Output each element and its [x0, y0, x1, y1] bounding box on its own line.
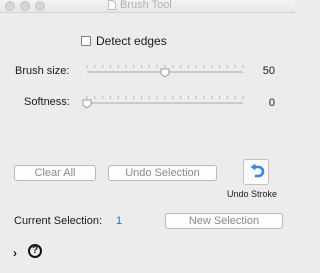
help-icon[interactable]: ?: [28, 244, 42, 258]
softness-slider[interactable]: [82, 95, 247, 109]
title-bar: Brush Tool: [0, 0, 295, 13]
window-title-group: Brush Tool: [108, 0, 172, 11]
detect-edges-row[interactable]: Detect edges: [81, 34, 167, 48]
softness-slider-graphic: [82, 96, 244, 109]
document-icon: [108, 0, 116, 10]
new-selection-button[interactable]: New Selection: [165, 213, 283, 229]
close-window-button[interactable]: [5, 1, 15, 11]
slider-thumb[interactable]: [160, 68, 170, 78]
undo-selection-button[interactable]: Undo Selection: [108, 165, 217, 181]
brush-size-slider[interactable]: [83, 64, 247, 78]
zoom-window-button[interactable]: [35, 1, 45, 11]
brush-size-slider-graphic: [86, 65, 244, 78]
undo-arrow-icon: [250, 164, 265, 178]
detect-edges-label: Detect edges: [96, 34, 167, 48]
undo-stroke-label: Undo Stroke: [227, 189, 278, 199]
current-selection-label: Current Selection:: [14, 215, 103, 227]
detect-edges-checkbox[interactable]: [81, 36, 91, 46]
minimize-window-button[interactable]: [20, 1, 30, 11]
clear-all-button[interactable]: Clear All: [14, 165, 96, 181]
slider-thumb[interactable]: [82, 99, 92, 109]
slider-track: [87, 102, 243, 104]
brush-size-value: 50: [262, 65, 275, 77]
softness-label: Softness:: [24, 96, 70, 108]
brush-tool-window: Brush Tool Detect edges Brush size: 50 S…: [0, 0, 295, 273]
undo-stroke-button[interactable]: [243, 159, 269, 185]
window-title: Brush Tool: [120, 0, 172, 11]
chevron-right-icon[interactable]: ›: [13, 246, 17, 260]
current-selection-count: 1: [116, 215, 123, 227]
softness-value: 0: [268, 97, 275, 109]
brush-size-label: Brush size:: [15, 65, 70, 77]
